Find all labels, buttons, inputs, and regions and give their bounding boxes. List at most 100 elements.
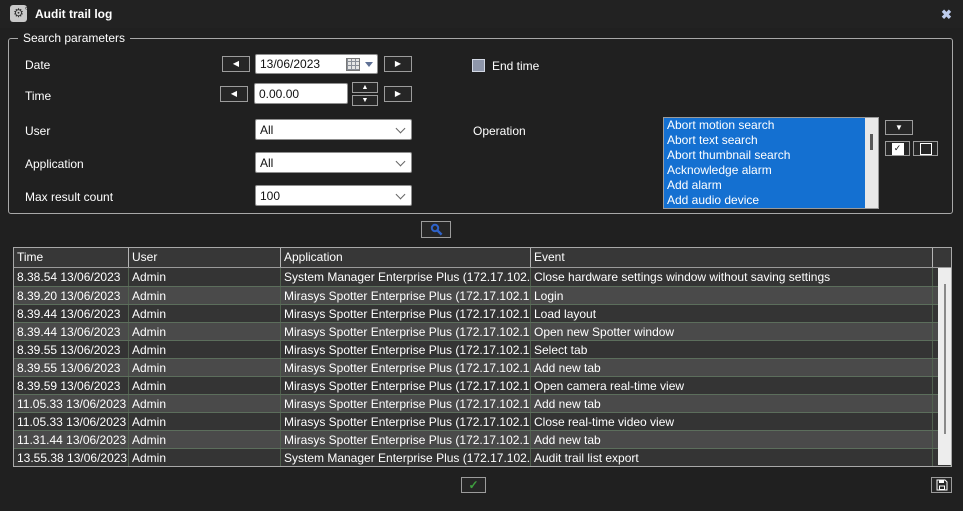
table-row[interactable]: 11.31.44 13/06/2023AdminMirasys Spotter … (14, 430, 951, 448)
table-row[interactable]: 8.39.55 13/06/2023AdminMirasys Spotter E… (14, 358, 951, 376)
application-select-value: All (260, 156, 273, 170)
cell-time: 8.39.44 13/06/2023 (14, 305, 129, 322)
operation-option[interactable]: Abort text search (664, 133, 865, 148)
operation-option[interactable]: Abort motion search (664, 118, 865, 133)
table-row[interactable]: 8.39.44 13/06/2023AdminMirasys Spotter E… (14, 304, 951, 322)
date-dropdown-icon[interactable] (365, 62, 373, 67)
cell-time: 8.39.59 13/06/2023 (14, 377, 129, 394)
chevron-down-icon (396, 156, 406, 166)
cell-time: 8.38.54 13/06/2023 (14, 268, 129, 286)
max-result-count-label: Max result count (25, 190, 113, 204)
date-value: 13/06/2023 (260, 57, 320, 71)
cell-time: 11.31.44 13/06/2023 (14, 431, 129, 448)
cell-time: 8.39.44 13/06/2023 (14, 323, 129, 340)
table-row[interactable]: 8.39.44 13/06/2023AdminMirasys Spotter E… (14, 322, 951, 340)
audit-trail-log-window: ⚙° Audit trail log ✖ Search parameters D… (0, 0, 963, 511)
time-prev-button[interactable]: ◀ (220, 86, 248, 102)
up-arrow-icon: ▲ (362, 84, 369, 91)
time-label: Time (25, 89, 51, 103)
cell-event: Close real-time video view (531, 413, 933, 430)
time-spin-down-button[interactable]: ▼ (352, 95, 378, 106)
calendar-icon[interactable] (346, 58, 360, 71)
dropdown-arrow-icon: ▼ (895, 124, 903, 132)
table-scrollbar-thumb[interactable] (944, 284, 946, 434)
cell-user: Admin (129, 449, 281, 466)
cell-application: Mirasys Spotter Enterprise Plus (172.17.… (281, 287, 531, 304)
cell-event: Close hardware settings window without s… (531, 268, 933, 286)
cell-application: Mirasys Spotter Enterprise Plus (172.17.… (281, 323, 531, 340)
cell-user: Admin (129, 431, 281, 448)
operation-option[interactable]: Add alarm (664, 178, 865, 193)
cell-event: Add new tab (531, 431, 933, 448)
time-spin-up-button[interactable]: ▲ (352, 82, 378, 93)
chevron-down-icon (396, 123, 406, 133)
date-prev-button[interactable]: ◀ (222, 56, 250, 72)
cell-time: 11.05.33 13/06/2023 (14, 395, 129, 412)
table-row[interactable]: 13.55.38 13/06/2023AdminSystem Manager E… (14, 448, 951, 466)
cell-time: 8.39.55 13/06/2023 (14, 359, 129, 376)
cell-user: Admin (129, 323, 281, 340)
date-next-button[interactable]: ▶ (384, 56, 412, 72)
cell-user: Admin (129, 395, 281, 412)
operation-dropdown-button[interactable]: ▼ (885, 120, 913, 135)
operation-option[interactable]: Acknowledge alarm (664, 163, 865, 178)
user-select-value: All (260, 123, 273, 137)
time-value: 0.00.00 (259, 87, 299, 101)
operation-scrollbar[interactable] (865, 118, 878, 208)
cell-application: Mirasys Spotter Enterprise Plus (172.17.… (281, 377, 531, 394)
left-arrow-icon: ◀ (231, 90, 237, 98)
cell-event: Open camera real-time view (531, 377, 933, 394)
down-arrow-icon: ▼ (362, 97, 369, 104)
cell-application: System Manager Enterprise Plus (172.17.1… (281, 268, 531, 286)
right-arrow-icon: ▶ (395, 90, 401, 98)
operation-listbox[interactable]: Abort motion searchAbort text searchAbor… (663, 117, 879, 209)
end-time-checkbox[interactable] (472, 59, 485, 72)
max-result-count-value: 100 (260, 189, 280, 203)
right-arrow-icon: ▶ (395, 60, 401, 68)
cell-user: Admin (129, 359, 281, 376)
table-row[interactable]: 8.38.54 13/06/2023AdminSystem Manager En… (14, 268, 951, 286)
cell-application: Mirasys Spotter Enterprise Plus (172.17.… (281, 359, 531, 376)
table-row[interactable]: 8.39.59 13/06/2023AdminMirasys Spotter E… (14, 376, 951, 394)
date-field[interactable]: 13/06/2023 (255, 54, 378, 74)
operation-option[interactable]: Add audio device (664, 193, 865, 208)
cell-event: Select tab (531, 341, 933, 358)
column-header-time[interactable]: Time (14, 248, 129, 267)
table-row[interactable]: 8.39.55 13/06/2023AdminMirasys Spotter E… (14, 340, 951, 358)
cell-user: Admin (129, 341, 281, 358)
operation-label: Operation (473, 124, 526, 138)
checked-box-icon: ✓ (892, 143, 904, 155)
table-header: Time User Application Event (14, 248, 951, 268)
title-bar: ⚙° Audit trail log ✖ (0, 0, 963, 28)
operation-select-all-button[interactable]: ✓ (885, 141, 910, 156)
application-select[interactable]: All (255, 152, 412, 173)
max-result-count-select[interactable]: 100 (255, 185, 412, 206)
cell-user: Admin (129, 305, 281, 322)
cell-user: Admin (129, 287, 281, 304)
check-icon: ✓ (468, 479, 478, 491)
operation-option[interactable]: Abort thumbnail search (664, 148, 865, 163)
close-icon[interactable]: ✖ (939, 7, 954, 22)
table-scrollbar[interactable] (938, 268, 951, 465)
cell-time: 11.05.33 13/06/2023 (14, 413, 129, 430)
table-row[interactable]: 11.05.33 13/06/2023AdminMirasys Spotter … (14, 412, 951, 430)
time-next-button[interactable]: ▶ (384, 86, 412, 102)
table-row[interactable]: 8.39.20 13/06/2023AdminMirasys Spotter E… (14, 286, 951, 304)
cell-application: Mirasys Spotter Enterprise Plus (172.17.… (281, 341, 531, 358)
user-select[interactable]: All (255, 119, 412, 140)
time-field[interactable]: 0.00.00 (254, 83, 348, 104)
gear-icon: ⚙° (10, 5, 27, 22)
table-row[interactable]: 11.05.33 13/06/2023AdminMirasys Spotter … (14, 394, 951, 412)
cell-time: 8.39.20 13/06/2023 (14, 287, 129, 304)
operation-scrollbar-thumb[interactable] (870, 134, 873, 150)
search-button[interactable] (421, 221, 451, 238)
floppy-icon (936, 479, 948, 491)
cell-application: Mirasys Spotter Enterprise Plus (172.17.… (281, 431, 531, 448)
operation-deselect-all-button[interactable] (913, 141, 938, 156)
save-button[interactable] (931, 477, 952, 493)
column-header-user[interactable]: User (129, 248, 281, 267)
cell-event: Open new Spotter window (531, 323, 933, 340)
column-header-event[interactable]: Event (531, 248, 933, 267)
ok-button[interactable]: ✓ (461, 477, 486, 493)
column-header-application[interactable]: Application (281, 248, 531, 267)
